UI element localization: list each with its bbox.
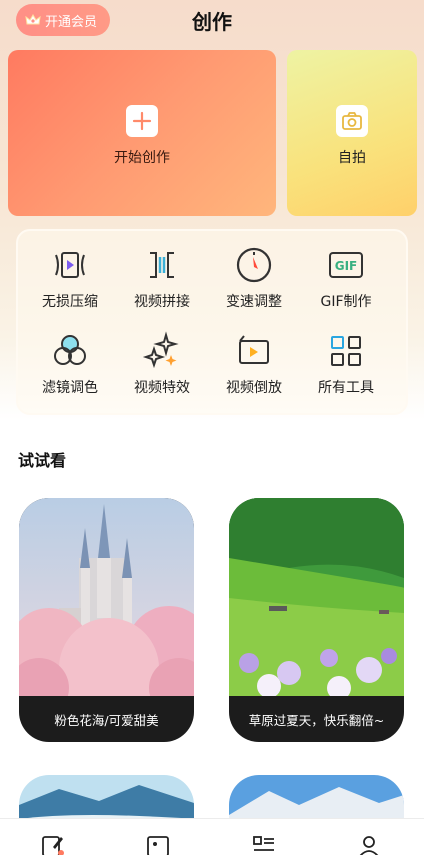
tool-reverse[interactable]: 视频倒放: [208, 331, 300, 397]
tool-label: GIF制作: [320, 294, 372, 310]
grassland-image: [229, 498, 404, 700]
image-icon: [147, 836, 169, 855]
reverse-play-icon: [234, 331, 274, 371]
tool-label: 所有工具: [318, 380, 374, 396]
plus-icon: [126, 105, 158, 137]
tab-create[interactable]: [41, 833, 65, 855]
tool-compress[interactable]: 无损压缩: [24, 245, 116, 311]
tool-label: 无损压缩: [42, 294, 98, 310]
tool-label: 滤镜调色: [42, 380, 98, 396]
bottom-tab-bar: [0, 818, 424, 855]
selfie-label: 自拍: [338, 150, 366, 166]
tab-profile[interactable]: [357, 833, 381, 855]
tab-gallery[interactable]: [146, 833, 170, 855]
tool-gif[interactable]: GIF GIF制作: [300, 245, 392, 311]
user-icon: [359, 836, 379, 855]
feed-caption: 粉色花海/可爱甜美: [54, 712, 159, 728]
tool-filter[interactable]: 滤镜调色: [24, 331, 116, 397]
start-create-card[interactable]: 开始创作: [8, 50, 276, 216]
feed-card[interactable]: 草原过夏天，快乐翻倍~: [229, 498, 404, 742]
tool-effects[interactable]: 视频特效: [116, 331, 208, 397]
speed-dial-icon: [234, 245, 274, 285]
list-icon: [253, 836, 274, 851]
grid-icon: [326, 331, 366, 371]
tool-speed[interactable]: 变速调整: [208, 245, 300, 311]
start-create-label: 开始创作: [114, 150, 170, 166]
gif-badge: GIF: [335, 259, 358, 273]
tab-list[interactable]: [252, 833, 276, 855]
filter-circles-icon: [50, 331, 90, 371]
compress-icon: [50, 245, 90, 285]
edit-icon: [42, 836, 64, 855]
page-title: 创作: [192, 10, 232, 34]
tools-panel: 无损压缩 视频拼接 变速调整 GIF GIF制作 滤镜调色 视频特效 视频倒放 …: [16, 229, 408, 415]
tool-all[interactable]: 所有工具: [300, 331, 392, 397]
tool-splice[interactable]: 视频拼接: [116, 245, 208, 311]
castle-image: [19, 498, 194, 718]
tool-label: 视频特效: [134, 380, 190, 396]
feed-caption: 草原过夏天，快乐翻倍~: [248, 712, 385, 728]
gif-icon: GIF: [326, 245, 366, 285]
camera-icon: [336, 105, 368, 137]
selfie-card[interactable]: 自拍: [287, 50, 417, 216]
section-title: 试试看: [18, 451, 67, 470]
sparkle-stars-icon: [142, 331, 182, 371]
splice-icon: [142, 245, 182, 285]
feed-card[interactable]: 粉色花海/可爱甜美: [19, 498, 194, 742]
tool-label: 视频倒放: [226, 380, 282, 396]
tool-label: 变速调整: [226, 294, 282, 310]
tool-label: 视频拼接: [134, 294, 190, 310]
